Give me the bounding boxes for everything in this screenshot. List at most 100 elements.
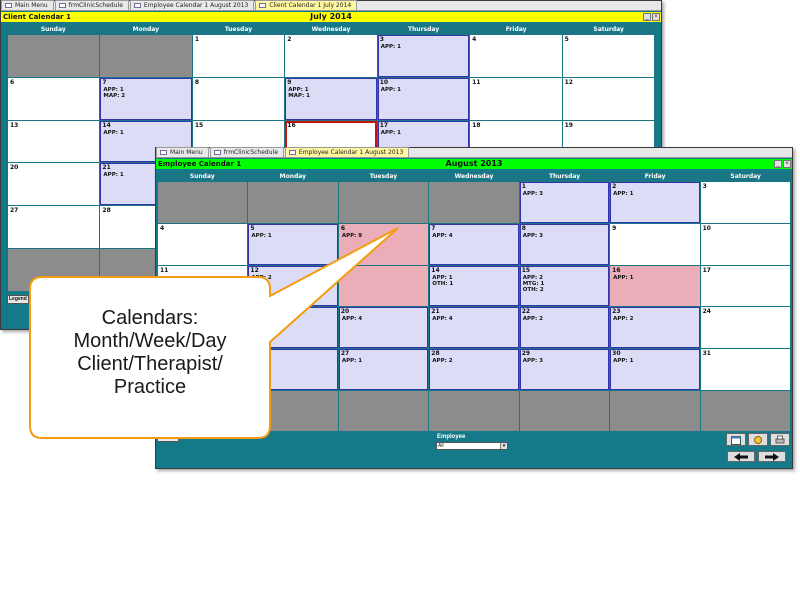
- day-cell[interactable]: 11: [158, 265, 248, 307]
- empty-cell: [429, 182, 519, 223]
- day-cell[interactable]: 3 APP: 1: [377, 35, 470, 77]
- weekday-label: Monday: [279, 173, 307, 180]
- title-bar: Employee Calendar 1 August 2013 _ ×: [156, 159, 792, 169]
- form-icon: [213, 150, 221, 155]
- day-cell[interactable]: 6 APP: 9: [338, 223, 429, 265]
- minimize-button[interactable]: _: [643, 13, 651, 21]
- day-cell[interactable]: 3: [700, 182, 790, 223]
- day-cell[interactable]: 27: [8, 206, 100, 249]
- day-cell[interactable]: 4: [158, 223, 248, 265]
- day-cell[interactable]: 22 APP: 2: [519, 307, 610, 349]
- chevron-down-icon[interactable]: ▾: [500, 443, 507, 449]
- day-cell[interactable]: 24: [700, 307, 790, 349]
- day-number: 6: [340, 224, 346, 232]
- tab[interactable]: Main Menu: [156, 147, 209, 157]
- event-count: APP: 3: [522, 232, 543, 239]
- previous-month-button[interactable]: [727, 451, 755, 462]
- weekday-label: Wednesday: [454, 173, 494, 180]
- day-cell[interactable]: 7 APP: 4: [429, 223, 519, 265]
- event-count: APP: 1: [613, 358, 634, 365]
- day-cell[interactable]: 28 APP: 2: [429, 349, 519, 391]
- day-cell[interactable]: 1: [192, 35, 285, 77]
- day-number: 19: [564, 121, 573, 129]
- tab[interactable]: frmClinicSchedule: [209, 147, 284, 157]
- close-button[interactable]: ×: [783, 160, 791, 168]
- tab-label: Employee Calendar 1 August 2013: [298, 149, 404, 156]
- day-number: 12: [250, 266, 259, 274]
- tab-label: frmClinicSchedule: [68, 2, 123, 9]
- day-cell[interactable]: 17: [700, 265, 790, 307]
- day-number: 21: [102, 164, 111, 172]
- tab[interactable]: Employee Calendar 1 August 2013: [284, 147, 410, 157]
- day-cell[interactable]: 15 APP: 2 MTG: 1 OTH: 2: [519, 265, 610, 307]
- legend-button[interactable]: Legend: [7, 295, 29, 304]
- calendar-view-button[interactable]: [726, 433, 746, 446]
- day-number: 9: [612, 224, 617, 232]
- day-cell[interactable]: 8 APP: 3: [519, 223, 610, 265]
- day-cell[interactable]: 12: [562, 77, 654, 120]
- refresh-icon: [754, 435, 762, 444]
- day-cell[interactable]: 5: [562, 35, 654, 77]
- event-count: APP: 3: [522, 191, 543, 197]
- day-number: 3: [702, 183, 707, 190]
- refresh-button[interactable]: [748, 433, 768, 446]
- day-cell[interactable]: 9: [610, 223, 700, 265]
- day-cell[interactable]: 8: [192, 77, 285, 120]
- tab[interactable]: Employee Calendar 1 August 2013: [129, 0, 255, 10]
- day-number: 23: [612, 308, 621, 316]
- day-number: 10: [702, 224, 711, 232]
- day-cell[interactable]: 14 APP: 1 OTH: 1: [429, 265, 519, 307]
- event-count: APP: 1: [613, 274, 634, 281]
- day-cell[interactable]: 5 APP: 1: [248, 223, 338, 265]
- day-cell[interactable]: 12 APP: 2: [248, 265, 338, 307]
- day-cell[interactable]: 9 APP: 1 MAP: 1: [285, 77, 377, 120]
- day-cell[interactable]: 29 APP: 3: [519, 349, 610, 391]
- event-count: APP: 2: [613, 316, 634, 323]
- day-cell[interactable]: 2: [285, 35, 377, 77]
- event-count: APP: 1: [103, 172, 124, 179]
- calendar-footer: Legend Employee All ▾: [156, 431, 792, 468]
- day-cell[interactable]: 30 APP: 1: [610, 349, 700, 391]
- calendar-icon: [731, 435, 741, 445]
- employee-select[interactable]: All ▾: [436, 442, 508, 450]
- close-button[interactable]: ×: [652, 13, 660, 21]
- day-cell[interactable]: 21 APP: 4: [429, 307, 519, 349]
- event-count: MAP: 1: [288, 92, 310, 99]
- tab[interactable]: Main Menu: [1, 0, 54, 10]
- callout-text: Calendars: Month/Week/Day Client/Therapi…: [32, 307, 268, 399]
- day-cell[interactable]: 11: [470, 77, 562, 120]
- day-cell[interactable]: 2 APP: 1: [610, 182, 700, 223]
- day-cell[interactable]: 27 APP: 1: [338, 349, 429, 391]
- tab-label: Employee Calendar 1 August 2013: [143, 2, 249, 9]
- employee-select-value: All: [438, 443, 444, 449]
- weekday-label: Wednesday: [311, 26, 351, 33]
- day-number: 1: [521, 183, 526, 190]
- empty-cell: [100, 35, 192, 77]
- day-number: 11: [160, 266, 169, 274]
- day-cell[interactable]: 20: [8, 163, 100, 206]
- tab-label: Client Calendar 1 July 2014: [269, 2, 352, 9]
- day-number: 20: [340, 308, 350, 316]
- day-number: 16: [287, 121, 296, 129]
- day-cell[interactable]: 23 APP: 2: [610, 307, 700, 349]
- event-count: APP: 1: [380, 44, 401, 50]
- weekday-label: Friday: [644, 173, 666, 180]
- day-cell[interactable]: 16 APP: 1: [610, 265, 700, 307]
- day-cell[interactable]: [338, 265, 429, 307]
- day-cell[interactable]: 7 APP: 1 MAP: 2: [100, 77, 192, 120]
- day-cell[interactable]: 20 APP: 4: [338, 307, 429, 349]
- minimize-button[interactable]: _: [774, 160, 782, 168]
- day-cell[interactable]: 13: [8, 120, 100, 163]
- day-cell[interactable]: 10: [700, 223, 790, 265]
- print-button[interactable]: [770, 433, 790, 446]
- event-count: APP: 1: [380, 86, 401, 93]
- tab[interactable]: Client Calendar 1 July 2014: [255, 0, 358, 10]
- day-cell[interactable]: 31: [700, 349, 790, 391]
- day-cell[interactable]: 6: [8, 77, 100, 120]
- next-month-button[interactable]: [758, 451, 786, 462]
- day-cell[interactable]: 1 APP: 3: [519, 182, 610, 223]
- tab[interactable]: frmClinicSchedule: [54, 0, 129, 10]
- day-cell[interactable]: 4: [470, 35, 562, 77]
- legend-button[interactable]: Legend: [157, 433, 179, 442]
- day-cell[interactable]: 10 APP: 1: [377, 77, 470, 120]
